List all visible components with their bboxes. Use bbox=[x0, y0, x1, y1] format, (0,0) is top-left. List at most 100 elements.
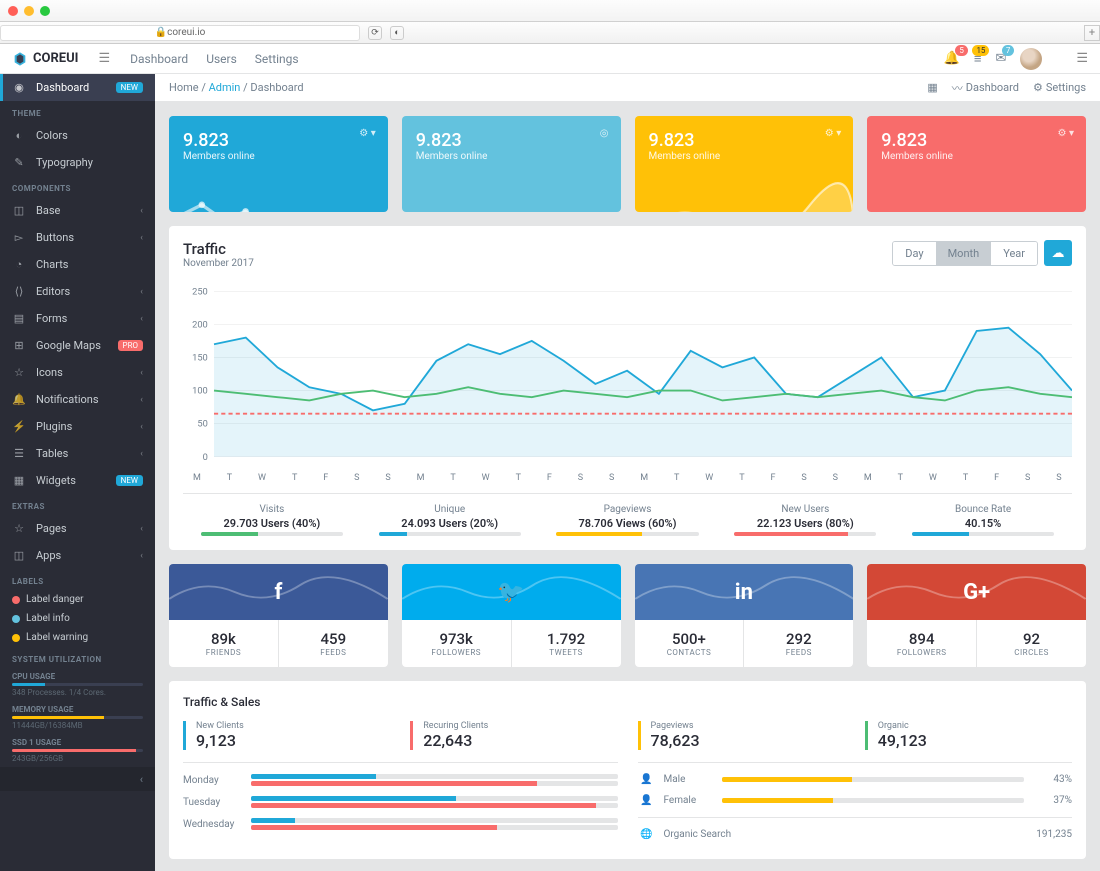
sidebar-badge-pro: PRO bbox=[118, 340, 143, 351]
ts-metric: Pageviews78,623 bbox=[638, 721, 845, 750]
notifications-bell-icon[interactable]: 🔔5 bbox=[944, 51, 960, 66]
code-icon: ⟨⟩ bbox=[12, 285, 26, 298]
sidebar-item-apps[interactable]: ◫Apps‹ bbox=[0, 542, 155, 569]
breadcrumb-settings-link[interactable]: ⚙ Settings bbox=[1033, 81, 1086, 94]
nav-users[interactable]: Users bbox=[206, 52, 237, 66]
social-card-1: 🐦 973kFOLLOWERS 1.792TWEETS bbox=[402, 564, 621, 667]
breadcrumb-action-1[interactable]: ▦ bbox=[927, 81, 937, 94]
ts-title: Traffic & Sales bbox=[183, 695, 1072, 709]
ts-demo-row: 👤 Male 43% bbox=[638, 769, 1073, 790]
sidebar-label-warning[interactable]: Label warning bbox=[0, 628, 155, 647]
x-tick: F bbox=[770, 473, 775, 483]
sidebar-item-forms[interactable]: ▤ Forms ‹ bbox=[0, 305, 155, 332]
sidebar-item-notifications[interactable]: 🔔Notifications‹ bbox=[0, 386, 155, 413]
brand-logo[interactable]: COREUI bbox=[12, 51, 78, 67]
sparkline bbox=[635, 172, 854, 212]
sidebar-label-text: Label danger bbox=[26, 594, 84, 605]
sidebar-item-base[interactable]: ◫Base‹ bbox=[0, 197, 155, 224]
x-tick: F bbox=[323, 473, 328, 483]
sidebar-item-pages[interactable]: ☆Pages‹ bbox=[0, 515, 155, 542]
card-settings-icon[interactable]: ⚙ ▾ bbox=[359, 128, 375, 139]
svg-text:150: 150 bbox=[192, 353, 208, 364]
sidebar-item-typography[interactable]: ✎Typography bbox=[0, 149, 155, 176]
sidebar-label-info[interactable]: Label info bbox=[0, 609, 155, 628]
messages-icon[interactable]: ✉7 bbox=[995, 51, 1006, 66]
svg-text:200: 200 bbox=[192, 319, 208, 330]
card-settings-icon[interactable]: ⚙ ▾ bbox=[1058, 128, 1074, 139]
chevron-left-icon: ‹ bbox=[140, 206, 143, 216]
sidebar-label-text: Label warning bbox=[26, 632, 88, 643]
social-header: 🐦 bbox=[402, 564, 621, 620]
stat-value: 9.823 bbox=[183, 130, 374, 151]
sidebar-item-widgets[interactable]: ▦WidgetsNEW bbox=[0, 467, 155, 494]
sidebar-item-label: Pages bbox=[36, 522, 67, 535]
new-tab-button[interactable]: + bbox=[1084, 25, 1100, 41]
sidebar-item-plugins[interactable]: ⚡ Plugins ‹ bbox=[0, 413, 155, 440]
sidebar-item-icons[interactable]: ☆Icons‹ bbox=[0, 359, 155, 386]
energy-icon: ⚡ bbox=[12, 420, 26, 433]
stat-card-3: ⚙ ▾ 9.823 Members online bbox=[867, 116, 1086, 212]
traffic-subtitle: November 2017 bbox=[183, 258, 254, 269]
sidebar-item-editors[interactable]: ⟨⟩Editors‹ bbox=[0, 278, 155, 305]
window-close-button[interactable] bbox=[8, 6, 18, 16]
breadcrumb: Home / Admin / Dashboard ▦ 〰 Dashboard ⚙… bbox=[155, 74, 1100, 102]
window-maximize-button[interactable] bbox=[40, 6, 50, 16]
sidebar-item-label: Charts bbox=[36, 258, 68, 271]
seg-year[interactable]: Year bbox=[991, 242, 1037, 265]
sidebar-item-dashboard[interactable]: ◉ Dashboard NEW bbox=[0, 74, 155, 101]
sidebar-item-label: Forms bbox=[36, 312, 67, 325]
nav-settings[interactable]: Settings bbox=[255, 52, 299, 66]
sidebar-label-danger[interactable]: Label danger bbox=[0, 590, 155, 609]
chevron-left-icon: ‹ bbox=[140, 233, 143, 243]
sidebar-collapse-button[interactable]: ‹ bbox=[0, 767, 155, 791]
sidebar-header-theme: THEME bbox=[0, 101, 155, 122]
aside-toggle-icon[interactable]: ☰ bbox=[1076, 51, 1088, 66]
download-button[interactable]: ☁ bbox=[1044, 240, 1072, 266]
ts-organic-value: 191,235 bbox=[1036, 829, 1072, 840]
reload-button[interactable]: ⟳ bbox=[368, 26, 382, 40]
breadcrumb-home[interactable]: Home bbox=[169, 81, 199, 94]
sidebar-item-colors[interactable]: ◐Colors bbox=[0, 122, 155, 149]
social-card-0: f 89kFRIENDS 459FEEDS bbox=[169, 564, 388, 667]
nav-dashboard[interactable]: Dashboard bbox=[130, 52, 188, 66]
sidebar-item-label: Buttons bbox=[36, 231, 74, 244]
pie-chart-icon: ◔ bbox=[12, 258, 26, 271]
speedometer-icon: ◉ bbox=[12, 81, 26, 94]
traffic-segment: Day Month Year bbox=[892, 241, 1038, 266]
card-settings-icon[interactable]: ◎ bbox=[600, 128, 609, 139]
url-bar[interactable]: 🔒 coreui.io bbox=[0, 25, 360, 41]
note-icon: ▤ bbox=[12, 312, 26, 325]
x-tick: M bbox=[864, 473, 872, 483]
reader-button[interactable]: ◐ bbox=[390, 26, 404, 40]
sidebar-item-label: Plugins bbox=[36, 420, 72, 433]
user-avatar[interactable] bbox=[1020, 48, 1042, 70]
social-stat-2: 292FEEDS bbox=[744, 620, 853, 667]
social-card-3: G+ 894FOLLOWERS 92CIRCLES bbox=[867, 564, 1086, 667]
sidebar-item-label: Widgets bbox=[36, 474, 76, 487]
seg-day[interactable]: Day bbox=[893, 242, 935, 265]
chevron-left-icon: ‹ bbox=[140, 422, 143, 432]
traffic-stat: New Users22.123 Users (80%) bbox=[716, 504, 894, 536]
stat-label: Members online bbox=[183, 151, 374, 162]
sidebar-item-google-maps[interactable]: ⊞Google MapsPRO bbox=[0, 332, 155, 359]
layers-icon: ◫ bbox=[12, 549, 26, 562]
breadcrumb-dashboard-link[interactable]: 〰 Dashboard bbox=[952, 80, 1019, 96]
seg-month[interactable]: Month bbox=[936, 242, 992, 265]
drop-icon: ◐ bbox=[12, 129, 26, 142]
star-icon: ☆ bbox=[12, 522, 26, 535]
top-navigation: COREUI ☰ Dashboard Users Settings 🔔5 ≡15… bbox=[0, 44, 1100, 74]
x-tick: S bbox=[385, 473, 390, 483]
sidebar-badge-new: NEW bbox=[116, 82, 143, 93]
sidebar-item-buttons[interactable]: ▻Buttons‹ bbox=[0, 224, 155, 251]
ts-metric: New Clients9,123 bbox=[183, 721, 390, 750]
browser-toolbar: 🔒 coreui.io ⟳ ◐ + bbox=[0, 22, 1100, 44]
card-settings-icon[interactable]: ⚙ ▾ bbox=[825, 128, 841, 139]
breadcrumb-admin[interactable]: Admin bbox=[209, 81, 241, 94]
sidebar-item-charts[interactable]: ◔ Charts bbox=[0, 251, 155, 278]
menu-toggle-icon[interactable]: ☰ bbox=[98, 51, 110, 66]
sidebar-item-tables[interactable]: ☰Tables‹ bbox=[0, 440, 155, 467]
chevron-left-icon: ‹ bbox=[140, 314, 143, 324]
window-minimize-button[interactable] bbox=[24, 6, 34, 16]
svg-text:250: 250 bbox=[192, 286, 208, 297]
tasks-icon[interactable]: ≡15 bbox=[974, 51, 982, 67]
